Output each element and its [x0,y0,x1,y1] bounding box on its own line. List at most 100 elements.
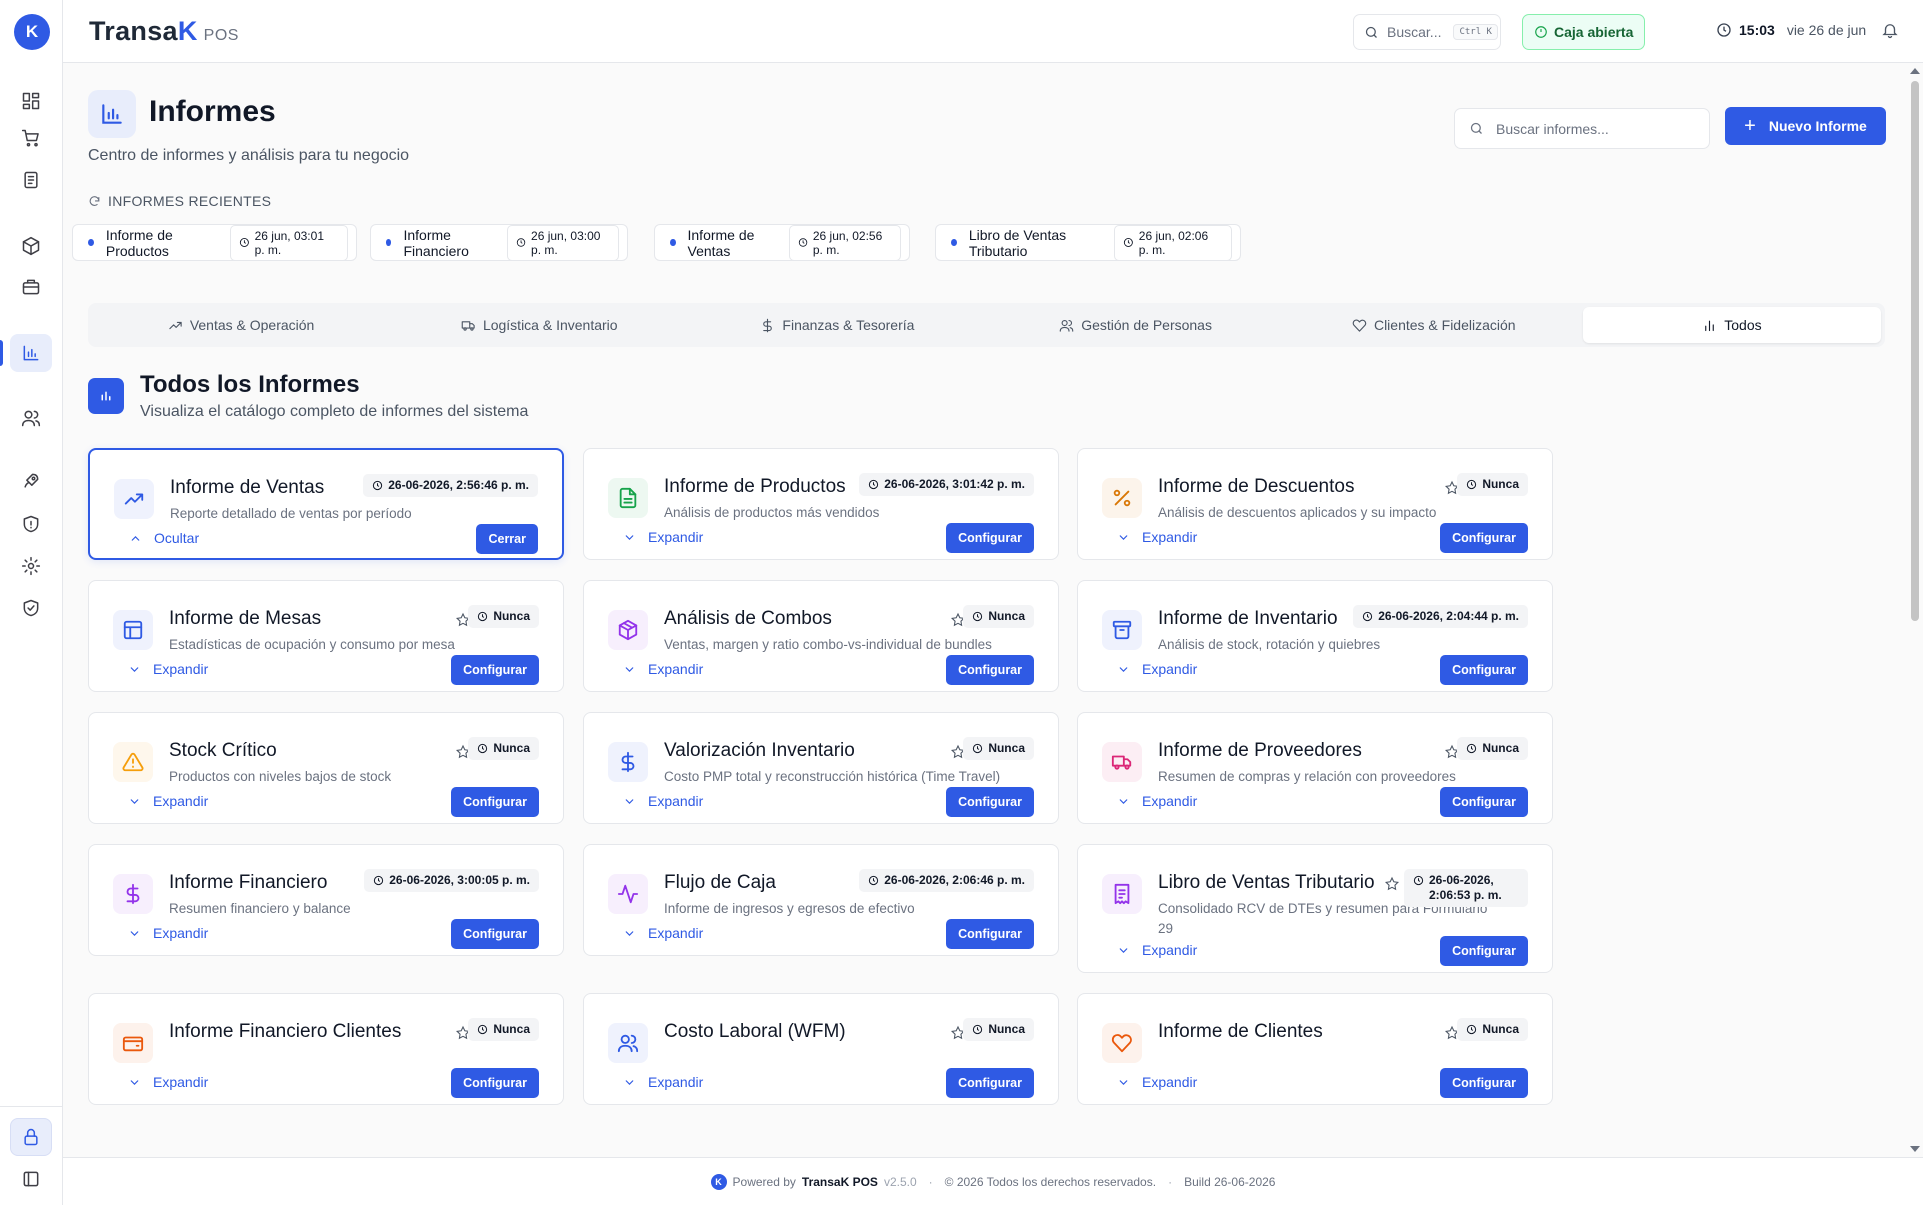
expand-toggle[interactable]: Expandir [128,925,208,941]
configure-button[interactable]: Configurar [1440,787,1528,817]
app-logo[interactable]: K [14,14,50,50]
lock-icon[interactable] [10,1118,52,1156]
orders-nav-icon[interactable] [10,161,52,199]
report-description: Análisis de descuentos aplicados y su im… [1158,505,1437,520]
global-search[interactable]: Buscar... Ctrl K [1353,14,1501,50]
report-card[interactable]: Informe Financiero Resumen financiero y b… [88,844,564,956]
configure-button[interactable]: Configurar [451,787,539,817]
report-card[interactable]: Costo Laboral (WFM) Nunca Expandir Configur… [583,993,1059,1105]
report-card[interactable]: Informe de Ventas Reporte detallado de ve… [88,448,564,560]
report-card[interactable]: Informe Financiero Clientes Nunca Expandir… [88,993,564,1105]
clock-icon [516,238,526,247]
configure-button[interactable]: Configurar [946,919,1034,949]
cart-nav-icon[interactable] [10,119,52,157]
report-card[interactable]: Stock Crítico Productos con niveles bajos… [88,712,564,824]
scrollbar[interactable] [1907,63,1923,1157]
expand-toggle[interactable]: Expandir [623,661,703,677]
scrollbar-thumb[interactable] [1911,81,1919,621]
recent-report-chip[interactable]: Informe de Productos 26 jun, 03:01 p. m. [72,224,357,261]
clock-icon [1123,238,1133,247]
expand-toggle[interactable]: Expandir [1117,942,1197,958]
recent-report-chip[interactable]: Informe Financiero 26 jun, 03:00 p. m. [370,224,628,261]
last-generated-badge: Nunca [963,1018,1034,1041]
new-report-button[interactable]: + Nuevo Informe [1725,107,1886,145]
reports-nav-icon[interactable] [0,334,52,372]
report-card[interactable]: Informe de Descuentos Análisis de descuen… [1077,448,1553,560]
chevron-down-icon [1119,798,1128,804]
tab-todos[interactable]: Todos [1582,307,1882,343]
configure-button[interactable]: Configurar [946,523,1034,553]
configure-button[interactable]: Configurar [451,655,539,685]
tab-finanzas-tesorería[interactable]: Finanzas & Tesorería [688,307,986,343]
configure-button[interactable]: Configurar [451,919,539,949]
report-card[interactable]: Valorización Inventario Costo PMP total y… [583,712,1059,824]
notifications-bell-icon[interactable] [1881,21,1899,43]
chevron-down-icon [1119,1079,1128,1085]
expand-toggle[interactable]: Expandir [128,793,208,809]
search-icon [1365,26,1377,38]
expand-toggle[interactable]: Expandir [1117,1074,1197,1090]
clock-icon [1467,1024,1477,1035]
report-card[interactable]: Análisis de Combos Ventas, margen y ratio… [583,580,1059,692]
plus-icon: + [1744,115,1756,137]
recent-report-chip[interactable]: Libro de Ventas Tributario 26 jun, 02:06 … [935,224,1241,261]
cash-register-status[interactable]: Caja abierta [1522,14,1646,50]
tab-ventas-operación[interactable]: Ventas & Operación [92,307,390,343]
configure-button[interactable]: Configurar [1440,655,1528,685]
users-nav-icon[interactable] [10,399,52,437]
tab-logística-inventario[interactable]: Logística & Inventario [390,307,688,343]
brand[interactable]: TransaK POS [89,16,239,47]
configure-button[interactable]: Configurar [1440,936,1528,966]
expand-toggle[interactable]: Ocultar [129,530,199,546]
shield-check-nav-icon[interactable] [10,589,52,627]
cash-status-label: Caja abierta [1554,24,1634,40]
configure-button[interactable]: Configurar [1440,523,1528,553]
reports-page-icon [88,90,136,138]
expand-toggle[interactable]: Expandir [128,1074,208,1090]
shield-alert-nav-icon[interactable] [10,505,52,543]
tab-gestión-de-personas[interactable]: Gestión de Personas [987,307,1285,343]
tab-clientes-fidelización[interactable]: Clientes & Fidelización [1285,307,1583,343]
settings-nav-icon[interactable] [10,547,52,585]
footer: K Powered by TransaK POS v2.5.0 · © 2026… [63,1157,1923,1205]
report-card[interactable]: Informe de Clientes Nunca Expandir Configur… [1077,993,1553,1105]
last-generated-badge: Nunca [468,737,539,760]
close-button[interactable]: Cerrar [476,524,538,554]
scroll-up-arrow[interactable] [1910,68,1920,74]
favorite-star-icon[interactable] [1384,876,1400,896]
report-title: Flujo de Caja [664,872,776,893]
dashboard-nav-icon[interactable] [10,82,52,120]
footer-logo: K [710,1173,727,1190]
configure-button[interactable]: Configurar [946,655,1034,685]
report-card[interactable]: Informe de Inventario Análisis de stock, … [1077,580,1553,692]
expand-toggle[interactable]: Expandir [623,925,703,941]
report-card[interactable]: Informe de Proveedores Resumen de compras… [1077,712,1553,824]
expand-toggle[interactable]: Expandir [623,529,703,545]
configure-button[interactable]: Configurar [946,1068,1034,1098]
configure-button[interactable]: Configurar [451,1068,539,1098]
report-search-input[interactable]: Buscar informes... [1454,108,1710,149]
search-shortcut: Ctrl K [1453,24,1498,40]
recent-report-name: Informe Financiero [403,226,469,259]
products-nav-icon[interactable] [10,227,52,265]
recent-report-time: 26 jun, 03:00 p. m. [506,224,619,261]
expand-toggle[interactable]: Expandir [1117,793,1197,809]
report-card[interactable]: Libro de Ventas Tributario Consolidado RC… [1077,844,1553,973]
report-card[interactable]: Informe de Mesas Estadísticas de ocupació… [88,580,564,692]
configure-button[interactable]: Configurar [946,787,1034,817]
configure-button[interactable]: Configurar [1440,1068,1528,1098]
expand-toggle[interactable]: Expandir [1117,529,1197,545]
clock-icon [973,611,983,622]
expand-toggle[interactable]: Expandir [623,793,703,809]
expand-toggle[interactable]: Expandir [623,1074,703,1090]
recent-report-chip[interactable]: Informe de Ventas 26 jun, 02:56 p. m. [654,224,910,261]
rocket-nav-icon[interactable] [10,462,52,500]
scroll-down-arrow[interactable] [1910,1146,1920,1152]
sidebar-toggle-icon[interactable] [10,1160,52,1198]
report-card[interactable]: Informe de Productos Análisis de producto… [583,448,1059,560]
report-card[interactable]: Flujo de Caja Informe de ingresos y egres… [583,844,1059,956]
tab-label: Logística & Inventario [482,317,618,333]
expand-toggle[interactable]: Expandir [1117,661,1197,677]
expand-toggle[interactable]: Expandir [128,661,208,677]
inventory-nav-icon[interactable] [10,268,52,306]
